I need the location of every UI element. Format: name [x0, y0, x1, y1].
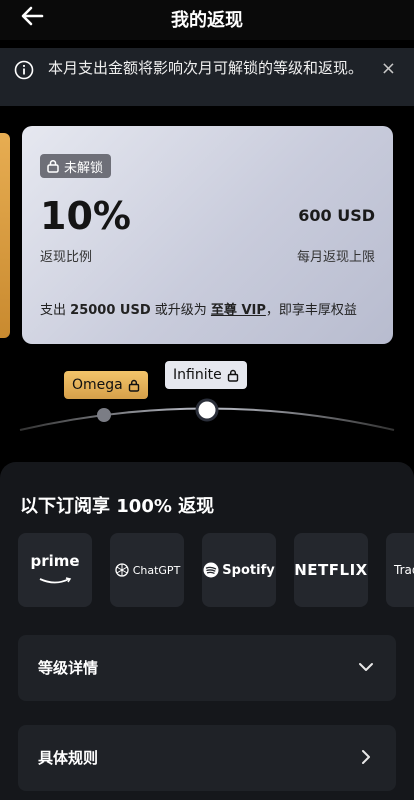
sub-prime[interactable]: prime [18, 533, 92, 607]
openai-icon [115, 563, 129, 577]
sub-chatgpt[interactable]: ChatGPT [110, 533, 184, 607]
notice-text: 本月支出金额将影响次月可解锁的等级和返现。 [48, 59, 364, 77]
locked-badge: 未解锁 [40, 154, 112, 178]
tier-node-omega[interactable] [97, 408, 111, 422]
spotify-icon [203, 562, 219, 578]
cashback-limit: 600 USD [298, 206, 375, 225]
locked-badge-label: 未解锁 [64, 160, 104, 176]
rules-label: 具体规则 [38, 749, 99, 767]
level-details-label: 等级详情 [38, 659, 99, 677]
close-icon[interactable]: × [381, 58, 396, 79]
info-icon [14, 60, 34, 80]
level-details-row[interactable]: 等级详情 [18, 635, 396, 701]
top-bar: 我的返现 [0, 0, 414, 40]
upgrade-amount: 25000 USD [70, 303, 151, 318]
tier-omega-label: Omega [72, 377, 123, 393]
prime-smile-icon [39, 576, 72, 583]
cashback-rate-label: 返现比例 [40, 250, 93, 265]
vip-link[interactable]: 至尊 VIP [211, 303, 266, 318]
previous-card-peek[interactable] [0, 133, 10, 338]
chevron-right-icon [362, 750, 370, 764]
cashback-card: 未解锁 10% 600 USD 返现比例 每月返现上限 支出 25000 USD… [22, 126, 393, 344]
sub-trading[interactable]: Trad [386, 533, 414, 607]
lock-icon [128, 379, 139, 392]
upgrade-mid: 或升级为 [154, 303, 207, 318]
tier-infinite-label: Infinite [173, 367, 222, 383]
spotify-label: Spotify [222, 562, 275, 578]
subscriptions-panel: 以下订阅享 100% 返现 prime ChatGPT Spotify NETF… [0, 462, 414, 800]
upgrade-suffix: ，即享丰厚权益 [265, 303, 357, 318]
upgrade-hint: 支出 25000 USD 或升级为 至尊 VIP，即享丰厚权益 [40, 299, 357, 318]
netflix-label: NETFLIX [294, 561, 368, 579]
page-title: 我的返现 [171, 10, 243, 31]
trading-label: Trad [394, 563, 414, 577]
lock-icon [227, 369, 238, 382]
lock-icon [47, 159, 59, 173]
prime-label: prime [30, 551, 80, 570]
subscriptions-list[interactable]: prime ChatGPT Spotify NETFLIX Tra [18, 533, 414, 607]
tier-track [19, 398, 395, 431]
upgrade-prefix: 支出 [40, 303, 67, 318]
notice-banner: 本月支出金额将影响次月可解锁的等级和返现。 × [0, 48, 414, 106]
chatgpt-label: ChatGPT [132, 563, 181, 577]
cashback-rate: 10% [40, 194, 131, 238]
rules-row[interactable]: 具体规则 [18, 725, 396, 791]
sub-spotify[interactable]: Spotify [202, 533, 276, 607]
tier-infinite[interactable]: Infinite [165, 361, 247, 389]
tier-node-infinite[interactable] [195, 398, 219, 422]
chevron-down-icon [359, 663, 373, 671]
sub-netflix[interactable]: NETFLIX [294, 533, 368, 607]
subscriptions-title: 以下订阅享 100% 返现 [20, 496, 215, 517]
cashback-limit-label: 每月返现上限 [296, 250, 375, 265]
